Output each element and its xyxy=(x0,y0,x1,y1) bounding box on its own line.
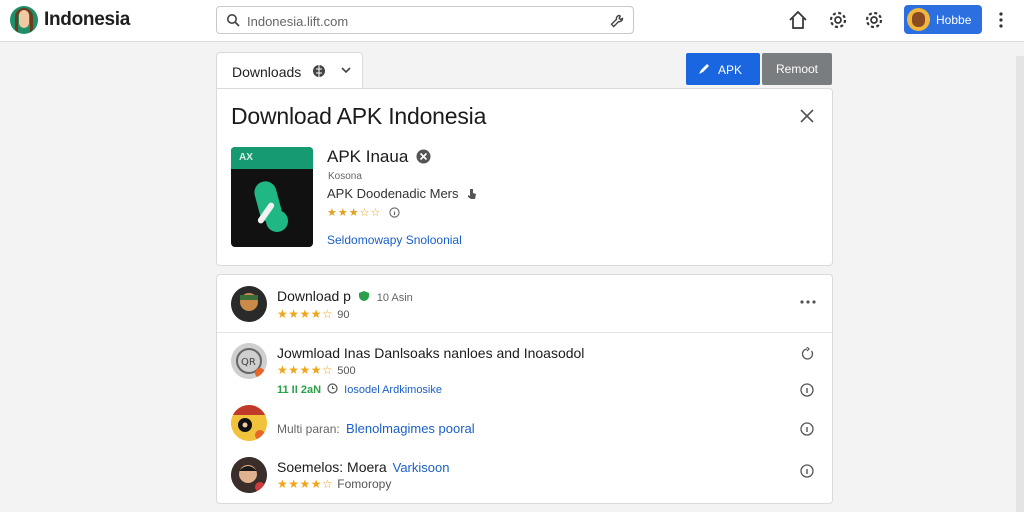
downloads-label: Downloads xyxy=(232,64,302,80)
user-name: Hobbe xyxy=(936,13,972,27)
chevron-down-icon xyxy=(341,67,351,74)
app-name-text: APK Inaua xyxy=(327,147,409,166)
list-item-link[interactable]: Blenolmagimes pooral xyxy=(346,421,475,436)
list-header-count: 90 xyxy=(337,309,350,321)
more-horizontal-icon[interactable] xyxy=(799,299,817,305)
app-logo-icon xyxy=(254,181,288,232)
app-rating: ★★★☆☆ xyxy=(327,206,401,219)
brand-logo-icon[interactable] xyxy=(10,6,38,34)
app-more-link[interactable]: Seldomowapy Snoloonial xyxy=(327,233,462,247)
app-rating-stars: ★★★☆☆ xyxy=(327,207,382,219)
app-icon-band: AX xyxy=(231,147,313,169)
list-item-link[interactable]: Iosodel Ardkimosike xyxy=(344,384,442,396)
wrench-icon[interactable] xyxy=(609,13,625,29)
list-header-meta: 10 Asin xyxy=(376,292,413,304)
clock-icon xyxy=(327,383,338,394)
downloads-dropdown[interactable]: Downloads xyxy=(216,52,363,88)
list-item-rating: ★★★★☆ 500 xyxy=(277,363,356,377)
cursor-hand-icon xyxy=(468,189,477,199)
search-icon xyxy=(227,14,240,27)
list-item-stars: ★★★★☆ xyxy=(277,363,334,377)
list-item-meta: Multi paran: Blenolmagimes pooral xyxy=(277,421,475,436)
svg-text:QR: QR xyxy=(241,357,256,368)
info-icon[interactable] xyxy=(800,464,814,478)
gear-icon[interactable] xyxy=(863,9,885,31)
app-detail-card: Download APK Indonesia AX APK Inaua Koso… xyxy=(216,88,833,266)
verified-badge-icon xyxy=(416,149,431,164)
list-item-meta: 11 II 2aN Iosodel Ardkimosike xyxy=(277,383,442,396)
search-input[interactable] xyxy=(247,11,597,31)
avatar[interactable]: QR xyxy=(231,343,267,379)
list-item-link[interactable]: Fomoropy xyxy=(337,477,391,491)
avatar[interactable] xyxy=(231,457,267,493)
info-icon[interactable] xyxy=(800,383,814,397)
list-header-stars: ★★★★☆ xyxy=(277,307,334,321)
globe-icon xyxy=(313,65,325,77)
apk-button[interactable]: APK xyxy=(686,53,760,85)
list-item-title[interactable]: Soemelos: Moera Varkisoon xyxy=(277,459,449,475)
pen-icon xyxy=(699,64,709,74)
app-name: APK Inaua xyxy=(327,147,431,167)
cancel-button[interactable]: Remoot xyxy=(762,53,832,85)
more-vertical-icon[interactable] xyxy=(996,10,1006,30)
app-category: Kosona xyxy=(328,171,362,182)
list-item-title-text: Soemelos: Moera xyxy=(277,459,387,475)
app-developer[interactable]: APK Doodenadic Mers xyxy=(327,186,478,201)
divider xyxy=(217,332,832,333)
user-avatar xyxy=(907,8,930,31)
apk-button-label: APK xyxy=(718,63,743,77)
search-bar[interactable] xyxy=(216,6,634,34)
avatar[interactable] xyxy=(231,286,267,322)
settings-icon[interactable] xyxy=(827,9,849,31)
refresh-icon[interactable] xyxy=(800,347,814,361)
user-account-button[interactable]: Hobbe xyxy=(904,5,982,34)
list-item-title[interactable]: Jowmload Inas Danlsoaks nanloes and Inoa… xyxy=(277,345,584,361)
info-icon[interactable] xyxy=(389,207,401,218)
close-icon[interactable] xyxy=(799,108,815,124)
list-item-meta-prefix: 11 II 2aN xyxy=(277,384,322,396)
info-icon[interactable] xyxy=(800,422,814,436)
list-item-meta-prefix: Multi paran: xyxy=(277,422,340,436)
brand-name[interactable]: Indonesia xyxy=(44,9,130,31)
home-icon[interactable] xyxy=(787,9,809,31)
page-scrollbar[interactable] xyxy=(1016,56,1024,512)
list-header-title[interactable]: Download p 10 Asin xyxy=(277,288,413,304)
avatar[interactable] xyxy=(231,405,267,441)
app-icon: AX xyxy=(231,147,313,247)
page-title: Download APK Indonesia xyxy=(231,103,487,129)
list-item-title-link[interactable]: Varkisoon xyxy=(393,460,450,475)
list-item-count: 500 xyxy=(337,365,356,377)
list-item-rating: ★★★★☆ Fomoropy xyxy=(277,477,391,491)
list-header-rating: ★★★★☆ 90 xyxy=(277,307,350,321)
download-list-card: Download p 10 Asin ★★★★☆ 90 QR Jowmload I… xyxy=(216,274,833,504)
top-bar: Indonesia Hobbe xyxy=(0,0,1024,42)
list-item-stars: ★★★★☆ xyxy=(277,477,334,491)
list-header-title-text: Download p xyxy=(277,288,351,304)
app-developer-text: APK Doodenadic Mers xyxy=(327,186,459,201)
shield-icon xyxy=(358,291,369,301)
